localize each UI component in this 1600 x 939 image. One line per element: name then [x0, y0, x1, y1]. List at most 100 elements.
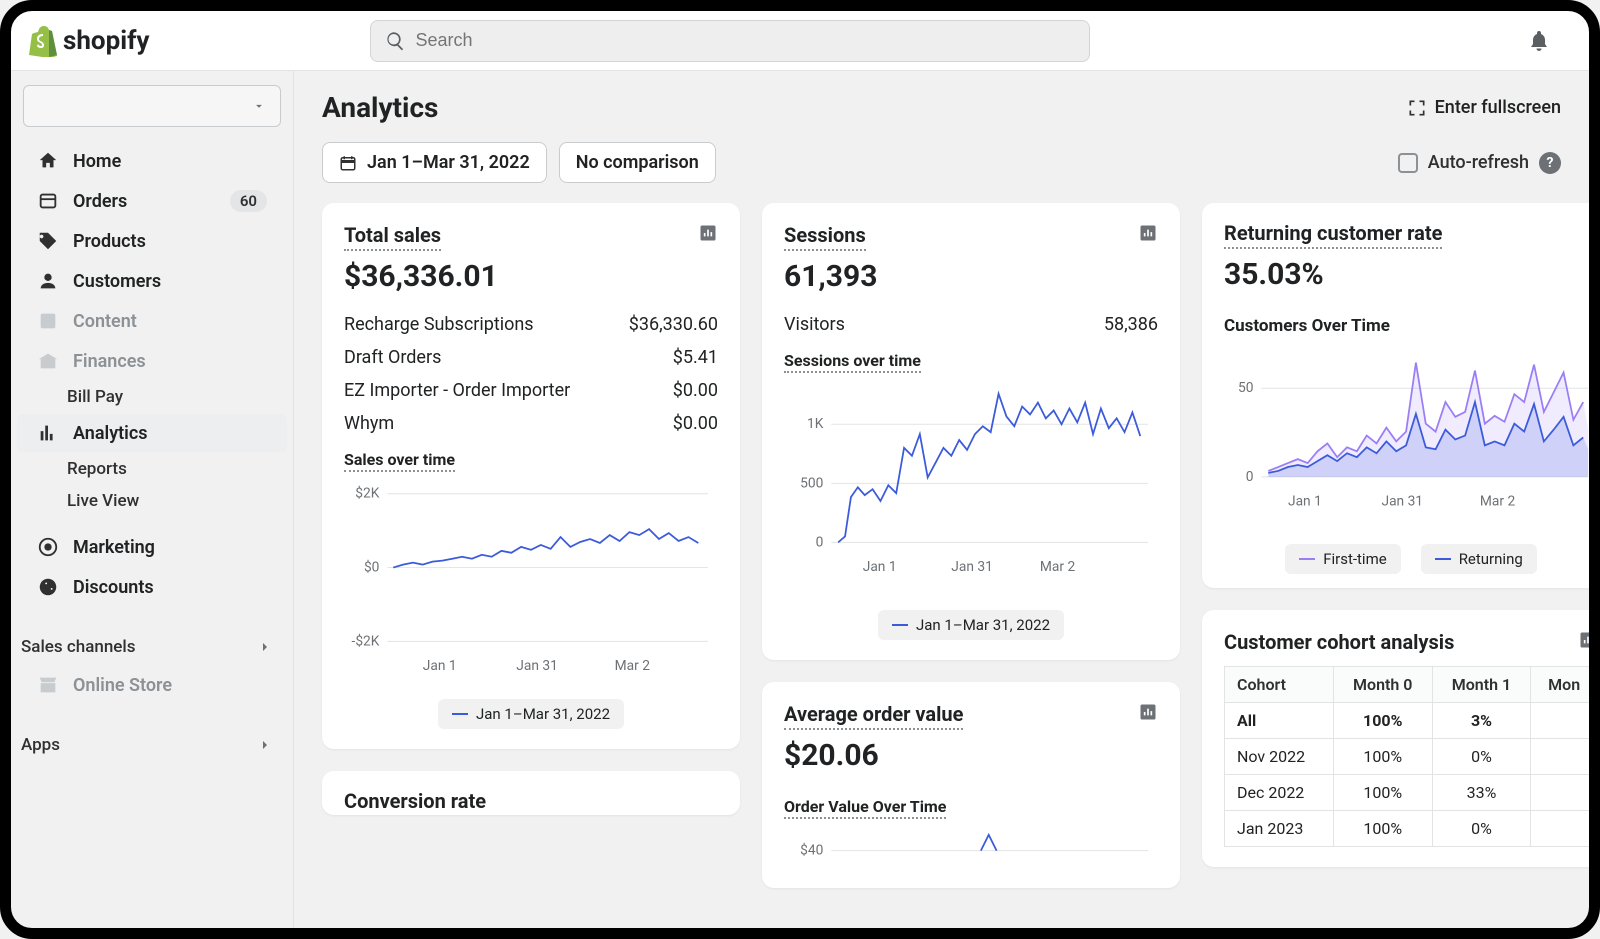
sidebar-item-label: Discounts: [73, 577, 154, 598]
logo[interactable]: shopify: [29, 25, 150, 57]
card-title: Average order value: [784, 702, 963, 730]
sales-chart: $2K $0 -$2K Jan 1 Jan 31 Mar 2: [344, 478, 718, 685]
shopify-bag-icon: [29, 25, 57, 57]
svg-text:Jan 1: Jan 1: [863, 559, 897, 575]
card-total-sales: Total sales $36,336.01 Recharge Subscrip…: [322, 203, 740, 749]
card-cohort-analysis: Customer cohort analysis Cohort Month 0 …: [1202, 610, 1589, 867]
enter-fullscreen-button[interactable]: Enter fullscreen: [1407, 97, 1561, 118]
brand-text: shopify: [63, 26, 150, 56]
aov-chart: $40: [784, 825, 1158, 864]
sessions-value: 61,393: [784, 259, 1158, 294]
table-row: Dec 2022100%33%: [1225, 775, 1590, 811]
card-returning-rate: Returning customer rate 35.03% Customers…: [1202, 203, 1589, 588]
chart-icon[interactable]: [1138, 223, 1158, 243]
svg-text:Mar 2: Mar 2: [1480, 493, 1516, 509]
legend-first-time: First-time: [1285, 544, 1400, 574]
main-content: Analytics Enter fullscreen Jan 1–Mar 31,…: [294, 71, 1589, 928]
chevron-down-icon: [252, 99, 266, 113]
finances-icon: [37, 350, 59, 372]
sidebar-item-customers[interactable]: Customers: [17, 262, 287, 300]
sidebar-item-label: Customers: [73, 271, 161, 292]
sidebar-item-label: Analytics: [73, 423, 148, 444]
svg-text:$0: $0: [364, 558, 379, 575]
legend-item: Jan 1–Mar 31, 2022: [438, 699, 624, 729]
svg-text:Mar 2: Mar 2: [615, 658, 651, 674]
auto-refresh-checkbox[interactable]: [1398, 153, 1418, 173]
aov-value: $20.06: [784, 738, 1158, 773]
cohort-table: Cohort Month 0 Month 1 Mon All100%3% Nov…: [1224, 666, 1589, 847]
sidebar-sub-live-view[interactable]: Live View: [11, 485, 293, 517]
auto-refresh-toggle[interactable]: Auto-refresh ?: [1398, 152, 1561, 174]
table-row: All100%3%: [1225, 703, 1590, 739]
sessions-chart: 1K 500 0 Jan 1 Jan 31 Mar 2: [784, 379, 1158, 596]
sidebar-item-finances[interactable]: Finances: [17, 342, 287, 380]
card-title: Returning customer rate: [1224, 221, 1442, 249]
sidebar-item-products[interactable]: Products: [17, 222, 287, 260]
sidebar-section-sales-channels[interactable]: Sales channels: [11, 627, 293, 665]
home-icon: [37, 150, 59, 172]
sidebar-sub-bill-pay[interactable]: Bill Pay: [11, 381, 293, 413]
table-row: Nov 2022100%0%: [1225, 739, 1590, 775]
topbar: shopify: [11, 11, 1589, 71]
table-row: Jan 2023100%0%: [1225, 811, 1590, 847]
chart-subtitle: Order Value Over Time: [784, 797, 946, 819]
orders-badge: 60: [230, 190, 267, 212]
products-icon: [37, 230, 59, 252]
svg-text:Jan 31: Jan 31: [516, 658, 558, 674]
search-icon: [385, 30, 406, 52]
sidebar-item-label: Home: [73, 151, 121, 172]
date-range-button[interactable]: Jan 1–Mar 31, 2022: [322, 142, 547, 183]
page-title: Analytics: [322, 91, 438, 124]
search-input[interactable]: [416, 30, 1075, 51]
sidebar-item-label: Products: [73, 231, 146, 252]
chart-icon[interactable]: [698, 223, 718, 243]
chart-icon[interactable]: [1138, 702, 1158, 722]
comparison-button[interactable]: No comparison: [559, 142, 716, 183]
help-icon[interactable]: ?: [1539, 152, 1561, 174]
svg-text:50: 50: [1238, 380, 1253, 396]
card-title: Customer cohort analysis: [1224, 630, 1454, 656]
chart-subtitle: Customers Over Time: [1224, 316, 1390, 337]
legend-returning: Returning: [1421, 544, 1537, 574]
sidebar-item-home[interactable]: Home: [17, 142, 287, 180]
svg-text:0: 0: [816, 534, 824, 550]
calendar-icon: [339, 154, 357, 172]
card-title: Conversion rate: [344, 789, 486, 815]
orders-icon: [37, 190, 59, 212]
marketing-icon: [37, 536, 59, 558]
card-title: Sessions: [784, 223, 866, 251]
sidebar-item-analytics[interactable]: Analytics: [17, 414, 287, 452]
chart-subtitle: Sales over time: [344, 450, 455, 472]
returning-value: 35.03%: [1224, 257, 1589, 292]
search-bar[interactable]: [370, 20, 1090, 62]
store-selector[interactable]: [23, 85, 281, 127]
sidebar-item-discounts[interactable]: Discounts: [17, 568, 287, 606]
notifications-icon[interactable]: [1527, 29, 1551, 53]
chevron-right-icon: [257, 639, 273, 655]
sidebar-item-label: Orders: [73, 191, 127, 212]
svg-text:Jan 31: Jan 31: [951, 559, 993, 575]
sidebar-sub-reports[interactable]: Reports: [11, 453, 293, 485]
sidebar-item-label: Online Store: [73, 675, 172, 696]
sidebar-item-content[interactable]: Content: [17, 302, 287, 340]
analytics-icon: [37, 422, 59, 444]
chevron-right-icon: [257, 737, 273, 753]
sidebar-item-marketing[interactable]: Marketing: [17, 528, 287, 566]
svg-text:Jan 1: Jan 1: [423, 658, 457, 674]
svg-text:1K: 1K: [807, 416, 824, 432]
sidebar-section-apps[interactable]: Apps: [11, 725, 293, 763]
svg-text:$2K: $2K: [355, 485, 379, 502]
sidebar-item-label: Marketing: [73, 537, 155, 558]
chart-icon[interactable]: [1578, 630, 1589, 650]
fullscreen-icon: [1407, 98, 1427, 118]
customers-icon: [37, 270, 59, 292]
customers-chart: 50 0 Jan 1 Jan 31 Mar 2: [1224, 343, 1589, 530]
sidebar-item-orders[interactable]: Orders 60: [17, 182, 287, 220]
sidebar-item-label: Content: [73, 311, 137, 332]
chart-subtitle: Sessions over time: [784, 351, 921, 373]
svg-text:0: 0: [1246, 469, 1254, 485]
sidebar-item-online-store[interactable]: Online Store: [17, 666, 287, 704]
svg-text:Mar 2: Mar 2: [1040, 559, 1076, 575]
store-icon: [37, 674, 59, 696]
svg-text:500: 500: [800, 475, 823, 491]
